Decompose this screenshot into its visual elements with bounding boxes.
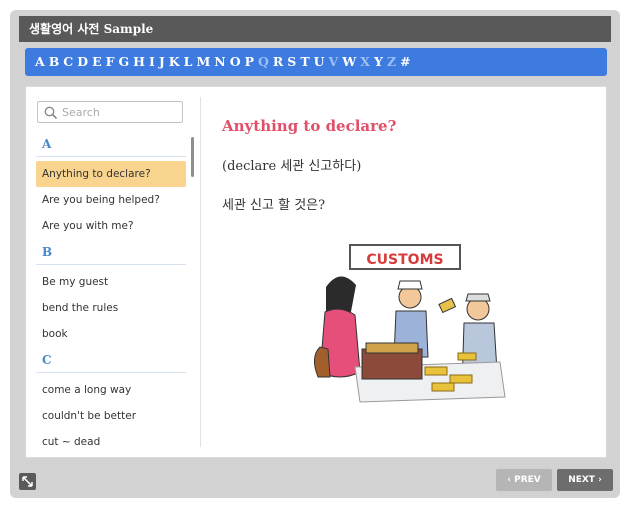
alphabet-letter-v: V (328, 54, 339, 69)
alphabet-letter-s[interactable]: S (287, 54, 296, 69)
list-item[interactable]: couldn't be better (36, 403, 186, 429)
list-item[interactable]: Anything to declare? (36, 161, 186, 187)
list-item[interactable]: book (36, 321, 186, 347)
alphabet-letter-j[interactable]: J (159, 54, 165, 69)
alphabet-letter-r[interactable]: R (273, 54, 283, 69)
next-button[interactable]: NEXT › (557, 469, 613, 491)
search-icon (44, 105, 58, 124)
entry-pronunciation: (declare 세관 신고하다) (222, 159, 362, 174)
main-panel: AAnything to declare?Are you being helpe… (25, 86, 607, 458)
alphabet-letter-t[interactable]: T (300, 54, 309, 69)
alphabet-letter-f[interactable]: F (106, 54, 115, 69)
alphabet-letter-b[interactable]: B (49, 54, 60, 69)
search-input[interactable] (62, 104, 180, 120)
alphabet-letter-p[interactable]: P (245, 54, 254, 69)
alphabet-letter-n[interactable]: N (214, 54, 225, 69)
alphabet-letter-hash[interactable]: # (400, 54, 410, 69)
alphabet-letter-o[interactable]: O (230, 54, 241, 69)
alphabet-letter-m[interactable]: M (196, 54, 210, 69)
phrase-list: A Anything to declare? Are you being helpe… (36, 131, 186, 451)
list-item[interactable]: cut ~ dead (36, 429, 186, 451)
next-label: NEXT (568, 475, 595, 485)
list-item[interactable]: Are you with me? (36, 213, 186, 239)
alphabet-letter-a[interactable]: A (35, 54, 45, 69)
list-letter-header: A (36, 131, 186, 157)
alphabet-letter-y[interactable]: Y (374, 54, 383, 69)
list-letter-header: C (36, 347, 186, 373)
list-letter-header: B (36, 239, 186, 265)
chevron-left-icon: ‹ (507, 475, 511, 485)
entry-phrase: Anything to declare? (222, 117, 397, 135)
panel-divider (200, 97, 201, 447)
alphabet-letter-u[interactable]: U (314, 54, 325, 69)
alphabet-letter-e[interactable]: E (92, 54, 102, 69)
prev-button[interactable]: ‹ PREV (496, 469, 552, 491)
fullscreen-button[interactable] (19, 473, 36, 490)
alphabet-letter-c[interactable]: C (63, 54, 73, 69)
list-item[interactable]: Are you being helped? (36, 187, 186, 213)
chevron-right-icon: › (598, 475, 602, 485)
list-item[interactable]: Be my guest (36, 269, 186, 295)
prev-label: PREV (514, 475, 541, 485)
alphabet-letter-d[interactable]: D (77, 54, 88, 69)
alphabet-letter-h[interactable]: H (133, 54, 145, 69)
alphabet-letter-q: Q (258, 54, 269, 69)
expand-icon (22, 476, 33, 487)
list-scrollbar[interactable] (191, 137, 194, 177)
search-box[interactable] (37, 101, 183, 123)
entry-meaning: 세관 신고 할 것은? (222, 198, 326, 213)
alphabet-letter-x: X (360, 54, 370, 69)
list-item[interactable]: bend the rules (36, 295, 186, 321)
list-item[interactable]: come a long way (36, 377, 186, 403)
alphabet-letter-l[interactable]: L (184, 54, 193, 69)
alphabet-letter-z: Z (386, 54, 397, 69)
customs-sign-text: CUSTOMS (366, 252, 443, 268)
entry-content: Anything to declare? (declare 세관 신고하다) 세… (222, 117, 592, 403)
alphabet-letter-g[interactable]: G (118, 54, 129, 69)
alphabet-letter-k[interactable]: K (169, 54, 180, 69)
alphabet-letter-w[interactable]: W (342, 54, 356, 69)
alphabet-letter-i[interactable]: I (149, 54, 155, 69)
alphabet-bar: A B C D E F G H I J K L M N O P Q R S T U V W X Y Z # (25, 48, 607, 76)
window-title: 생활영어 사전 Sample (19, 16, 611, 42)
customs-illustration: CUSTOMS (300, 237, 510, 411)
